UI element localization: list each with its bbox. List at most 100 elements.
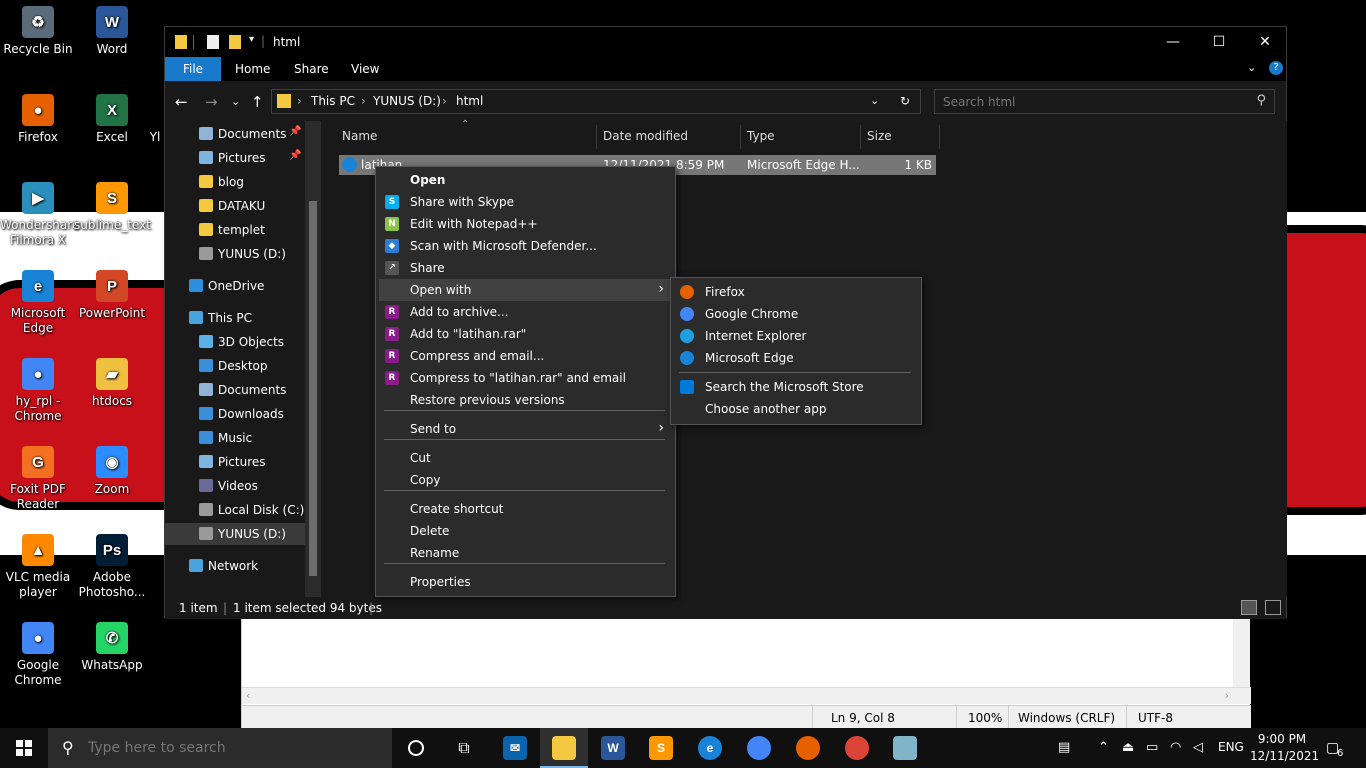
menu-item[interactable]: Restore previous versions — [379, 389, 672, 411]
sidebar-item[interactable]: templet — [165, 219, 305, 241]
desktop-icon[interactable]: ▲ VLC media player — [0, 534, 76, 600]
taskbar-word[interactable]: W — [589, 728, 637, 768]
sidebar-item[interactable]: 3D Objects — [165, 331, 305, 353]
start-button[interactable] — [0, 728, 48, 768]
taskbar-search-input[interactable] — [88, 738, 378, 758]
tab-home[interactable]: Home — [223, 57, 282, 81]
column-date-modified[interactable]: Date modified — [603, 129, 688, 143]
new-folder-icon[interactable] — [229, 35, 241, 49]
forward-arrow-icon[interactable]: → — [205, 93, 218, 111]
submenu-item[interactable]: Internet Explorer — [674, 325, 918, 347]
sidebar-item[interactable]: Music — [165, 427, 305, 449]
desktop-icon[interactable]: Ssublime_text — [74, 182, 151, 233]
breadcrumb-drive[interactable]: YUNUS (D:) — [373, 94, 441, 108]
menu-item[interactable]: R Compress to "latihan.rar" and email — [379, 367, 672, 389]
desktop-icon[interactable]: ● Firefox — [0, 94, 76, 145]
task-view-button[interactable]: ⧉ — [440, 728, 488, 768]
taskbar-sublime[interactable]: S — [637, 728, 685, 768]
minimize-button[interactable]: — — [1150, 27, 1196, 57]
back-arrow-icon[interactable]: ← — [175, 93, 188, 111]
column-size[interactable]: Size — [867, 129, 892, 143]
sidebar-item[interactable]: This PC — [165, 307, 305, 329]
column-name[interactable]: Name — [342, 129, 377, 143]
up-arrow-icon[interactable]: ↑ — [251, 93, 264, 111]
menu-item[interactable]: Create shortcut — [379, 498, 672, 520]
taskbar-chrome-profile[interactable] — [735, 728, 783, 768]
scroll-left-icon[interactable]: ‹ — [246, 689, 250, 702]
language-indicator[interactable]: ENG — [1218, 740, 1244, 754]
sidebar-item[interactable]: Downloads — [165, 403, 305, 425]
desktop-icon[interactable]: ▶ Wondershare Filmora X — [0, 182, 79, 248]
desktop-icon[interactable]: Ps Adobe Photosho... — [74, 534, 150, 600]
menu-item[interactable]: Rename — [379, 542, 672, 564]
properties-icon[interactable] — [207, 35, 219, 49]
sidebar-item[interactable]: Documents — [165, 379, 305, 401]
menu-item[interactable]: Open with › — [379, 279, 672, 301]
column-type[interactable]: Type — [747, 129, 775, 143]
desktop-icon[interactable]: ● Google Chrome — [0, 622, 76, 688]
submenu-item[interactable]: Microsoft Edge — [674, 347, 918, 369]
refresh-icon[interactable]: ↻ — [900, 94, 910, 108]
sidebar-item[interactable]: OneDrive — [165, 275, 305, 297]
recent-locations-icon[interactable]: ⌄ — [231, 95, 240, 108]
usb-icon[interactable]: ⏏ — [1122, 740, 1134, 755]
menu-item[interactable]: ◆ Scan with Microsoft Defender... — [379, 235, 672, 257]
help-icon[interactable]: ? — [1269, 61, 1283, 75]
tab-file[interactable]: File — [165, 57, 221, 81]
taskbar-chrome[interactable] — [833, 728, 881, 768]
menu-item[interactable]: N Edit with Notepad++ — [379, 213, 672, 235]
desktop-icon[interactable]: ▰ htdocs — [74, 358, 150, 409]
menu-item[interactable]: R Compress and email... — [379, 345, 672, 367]
tab-view[interactable]: View — [339, 57, 391, 81]
submenu-item[interactable]: Google Chrome — [674, 303, 918, 325]
breadcrumb-html[interactable]: html — [456, 94, 483, 108]
sidebar-item[interactable]: Desktop — [165, 355, 305, 377]
news-icon[interactable]: ▤ — [1058, 740, 1070, 755]
sidebar-item[interactable]: Documents 📌 — [165, 123, 305, 145]
taskbar-edge[interactable]: e — [686, 728, 734, 768]
sidebar-item[interactable]: Network — [165, 555, 305, 577]
sidebar-item[interactable]: YUNUS (D:) — [165, 523, 305, 545]
chevron-down-icon[interactable]: ▾ — [249, 34, 254, 45]
nav-scrollbar[interactable] — [305, 121, 321, 597]
submenu-item[interactable]: Search the Microsoft Store — [674, 376, 918, 398]
sidebar-item[interactable]: DATAKU — [165, 195, 305, 217]
breadcrumb-this-pc[interactable]: This PC — [311, 94, 355, 108]
search-box[interactable]: ⚲ — [934, 89, 1275, 114]
address-bar[interactable]: › This PC › YUNUS (D:) › html ⌄ ↻ — [271, 89, 921, 114]
taskbar-file-explorer[interactable] — [540, 728, 588, 768]
close-button[interactable]: ✕ — [1242, 27, 1288, 57]
expand-ribbon-icon[interactable]: ⌄ — [1247, 61, 1256, 74]
nav-scroll-thumb[interactable] — [309, 201, 317, 576]
desktop-icon[interactable]: P PowerPoint — [74, 270, 150, 321]
sidebar-item[interactable]: Pictures 📌 — [165, 147, 305, 169]
desktop-icon[interactable]: ◉ Zoom — [74, 446, 150, 497]
menu-item[interactable]: Send to › — [379, 418, 672, 440]
vertical-scrollbar[interactable] — [1233, 618, 1250, 687]
maximize-button[interactable]: ☐ — [1196, 27, 1242, 57]
scroll-right-icon[interactable]: › — [1225, 689, 1229, 702]
sidebar-item[interactable]: Videos — [165, 475, 305, 497]
chevron-down-icon[interactable]: ⌄ — [870, 94, 879, 107]
volume-icon[interactable]: ◁ — [1193, 740, 1203, 755]
taskbar-mail[interactable]: ✉ — [491, 728, 539, 768]
chevron-up-icon[interactable]: ⌃ — [1098, 740, 1109, 755]
cortana-button[interactable] — [392, 728, 440, 768]
menu-item[interactable]: Cut — [379, 447, 672, 469]
clock[interactable]: 9:00 PM 12/11/2021 — [1250, 731, 1319, 765]
large-icons-view-icon[interactable] — [1265, 600, 1281, 615]
submenu-item[interactable]: Choose another app — [674, 398, 918, 420]
submenu-item[interactable]: Firefox — [674, 281, 918, 303]
taskbar-search[interactable]: ⚲ — [48, 728, 392, 768]
menu-item[interactable]: S Share with Skype — [379, 191, 672, 213]
desktop-icon[interactable]: ✆ WhatsApp — [74, 622, 150, 673]
battery-icon[interactable]: ▭ — [1146, 740, 1158, 755]
taskbar-firefox[interactable] — [784, 728, 832, 768]
sidebar-item[interactable]: blog — [165, 171, 305, 193]
title-bar[interactable]: ▾ | html — ☐ ✕ — [165, 27, 1286, 57]
menu-item[interactable]: R Add to archive... — [379, 301, 672, 323]
search-input[interactable] — [935, 90, 1235, 113]
desktop-icon[interactable]: ● hy_rpl - Chrome — [0, 358, 76, 424]
menu-item[interactable]: Delete — [379, 520, 672, 542]
sidebar-item[interactable]: Pictures — [165, 451, 305, 473]
